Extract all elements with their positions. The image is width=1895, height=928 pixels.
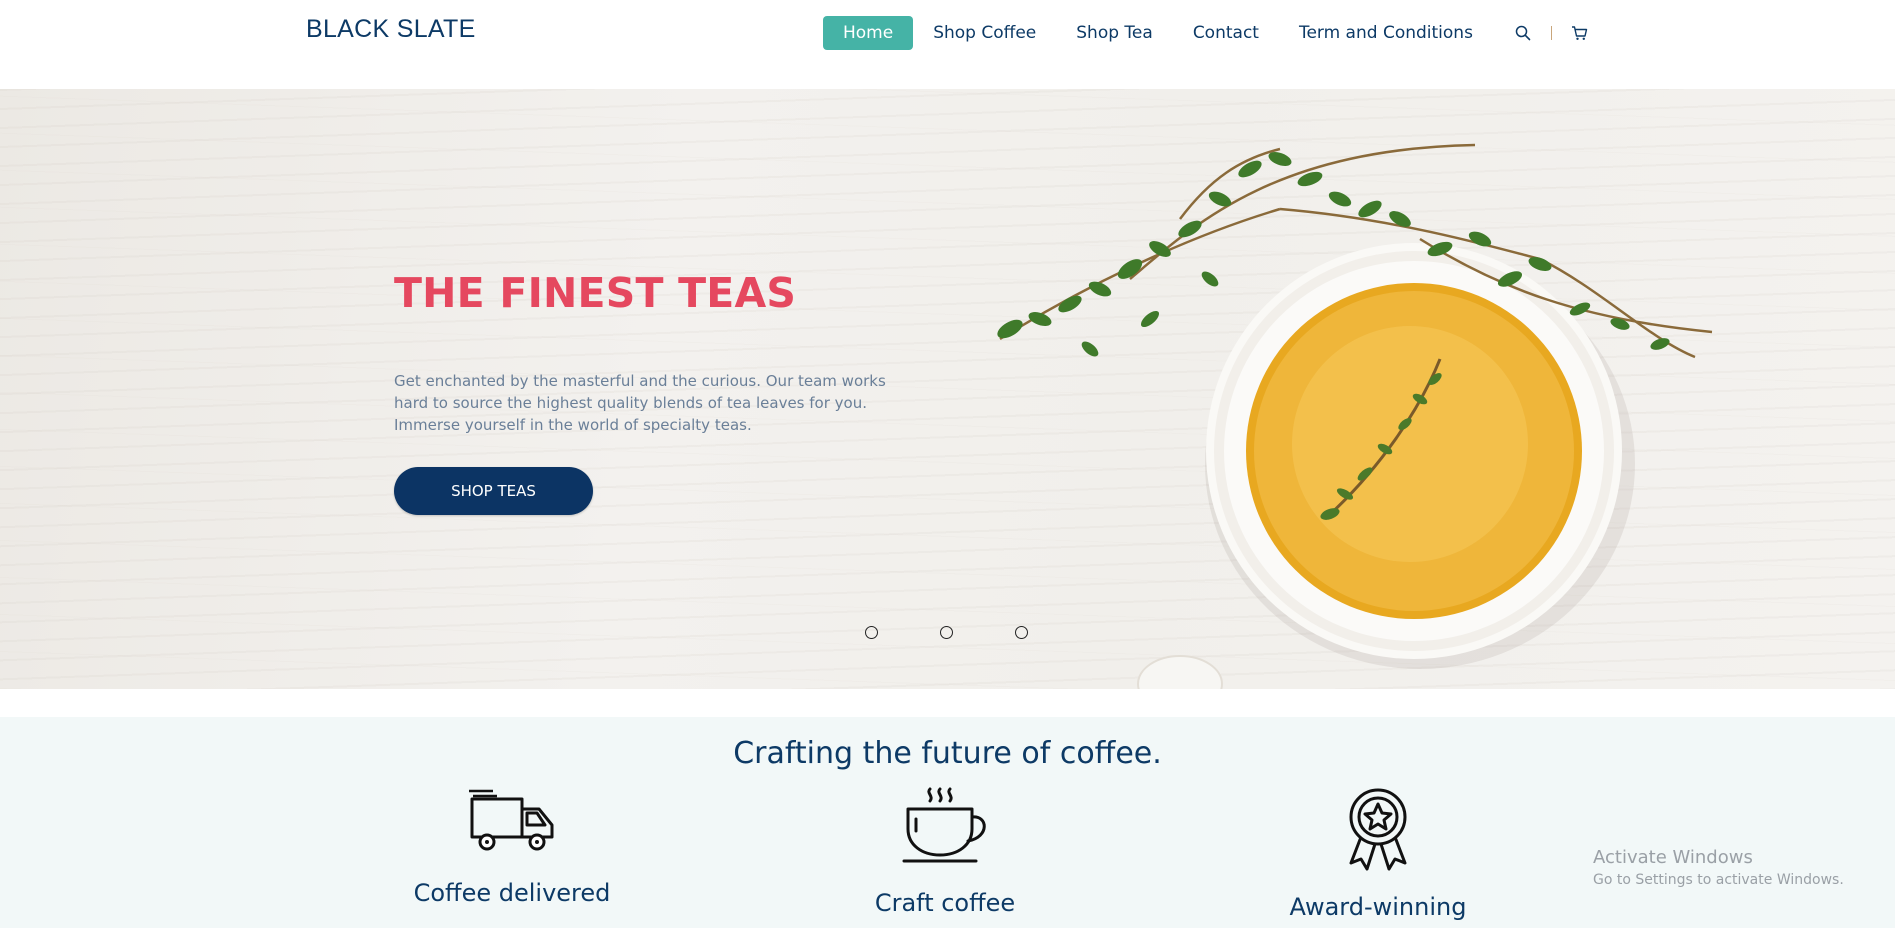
tea-cup-image <box>997 143 1713 689</box>
nav-divider <box>1550 26 1552 40</box>
nav-terms[interactable]: Term and Conditions <box>1279 16 1493 50</box>
watermark-title: Activate Windows <box>1593 847 1753 868</box>
windows-activation-watermark: Activate Windows Go to Settings to activ… <box>1593 847 1844 888</box>
feature-label: Craft coffee <box>874 889 1016 917</box>
main-nav: Home Shop Coffee Shop Tea Contact Term a… <box>823 16 1590 50</box>
search-icon[interactable] <box>1513 16 1533 50</box>
nav-home[interactable]: Home <box>823 16 914 50</box>
nav-shop-coffee[interactable]: Shop Coffee <box>913 16 1056 50</box>
shop-teas-button[interactable]: SHOP TEAS <box>394 467 593 515</box>
nav-contact[interactable]: Contact <box>1173 16 1279 50</box>
carousel-dots <box>865 626 1028 639</box>
watermark-subtitle: Go to Settings to activate Windows. <box>1593 872 1844 888</box>
carousel-dot-1[interactable] <box>865 626 878 639</box>
truck-icon <box>469 789 554 851</box>
carousel-dot-2[interactable] <box>940 626 953 639</box>
feature-label: Award-winning <box>1289 893 1467 921</box>
cart-icon[interactable] <box>1570 16 1590 50</box>
carousel-dot-3[interactable] <box>1015 626 1028 639</box>
hero-title: THE FINEST TEAS <box>394 269 797 317</box>
nav-shop-tea[interactable]: Shop Tea <box>1056 16 1173 50</box>
site-header: BLACK SLATE Home Shop Coffee Shop Tea Co… <box>0 0 1895 89</box>
coffee-cup-icon <box>902 787 986 863</box>
features-section: Crafting the future of coffee. Coffee de… <box>0 717 1895 928</box>
features-title: Crafting the future of coffee. <box>733 736 1162 771</box>
feature-coffee-delivered: Coffee delivered <box>382 787 642 907</box>
feature-label: Coffee delivered <box>413 879 611 907</box>
feature-craft-coffee: Craft coffee <box>815 787 1075 917</box>
feature-award-winning: Award-winning <box>1248 787 1508 921</box>
hero-description: Get enchanted by the masterful and the c… <box>394 372 886 434</box>
award-icon <box>1349 788 1407 871</box>
hero-banner: THE FINEST TEAS Get enchanted by the mas… <box>0 89 1895 689</box>
site-logo[interactable]: BLACK SLATE <box>306 15 476 44</box>
